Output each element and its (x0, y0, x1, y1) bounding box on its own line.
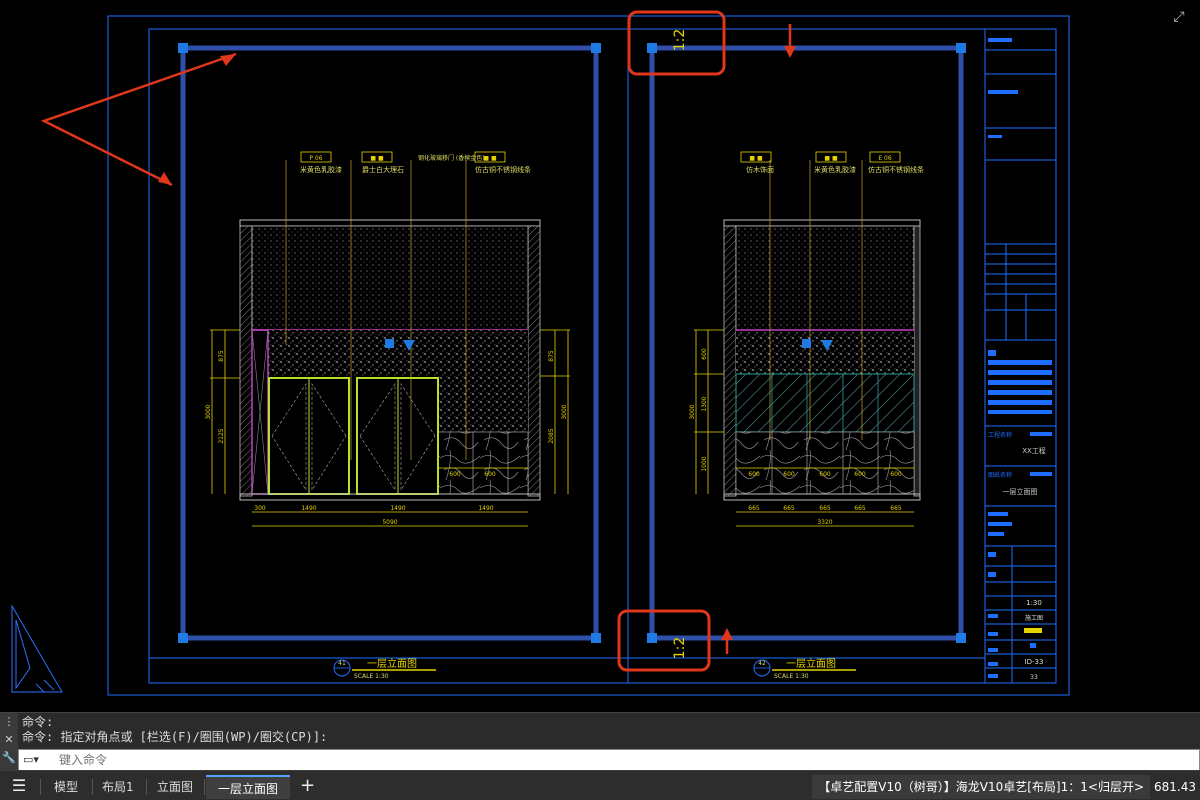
right-dim-small-5: 600 (890, 471, 902, 478)
viewport-maximize-icon[interactable]: ⤢ (1168, 6, 1190, 28)
left-tag-2-code: ■ ■ (370, 155, 384, 162)
command-prompt-icon[interactable]: ▭▾ (23, 753, 39, 766)
wrench-icon[interactable]: 🔧 (0, 749, 18, 767)
right-dim-b2: 665 (783, 505, 795, 512)
layout-tab-bar: ☰ 模型 布局1 立面图 一层立面图 + 【卓艺配置V10（树哥）】海龙V10卓… (0, 770, 1200, 800)
left-dim-total: 5090 (382, 519, 397, 526)
left-tag-3-desc: 钢化玻璃移门 (香槟金色) (418, 154, 485, 162)
right-tag-3-code: E 06 (878, 155, 892, 162)
right-dim-b3: 665 (819, 505, 831, 512)
title-block-drawing-label: 图纸名称 (988, 471, 1012, 479)
right-dim-total: 3320 (817, 519, 832, 526)
right-dim-l3: 1000 (701, 456, 708, 471)
left-elevation: P 06 ■ ■ ■ ■ 米黄色乳胶漆 爵士白大理石 钢化玻璃移门 (香槟金色)… (205, 151, 570, 680)
right-side-dim-1: 875 (548, 350, 555, 362)
command-input[interactable] (59, 751, 1159, 769)
left-dim-b4: 1490 (478, 505, 493, 512)
tab-layout1[interactable]: 布局1 (90, 775, 146, 799)
right-dim-small-3: 600 (819, 471, 831, 478)
title-block-page-no: 33 (1030, 674, 1038, 681)
left-tag-4-desc: 仿古铜不锈钢线条 (475, 165, 531, 174)
right-tag-2-code: ■ ■ (824, 155, 838, 162)
right-tag-2-desc: 米黄色乳胶漆 (814, 165, 856, 174)
left-dim-l2: 2125 (218, 428, 225, 443)
title-block-sheet-no: ID-33 (1025, 658, 1044, 666)
drawing-canvas[interactable]: XX工程 一层立面图 工程名称 图纸名称 1:30 施工图 ID-33 33 P… (0, 0, 1200, 712)
right-dim-small-2: 600 (783, 471, 795, 478)
tab-first-floor-elevation[interactable]: 一层立面图 (206, 775, 291, 799)
left-tag-1-code: P 06 (309, 155, 322, 162)
coordinate-readout: 681.43 (1154, 780, 1196, 794)
right-dim-l1: 600 (701, 348, 708, 360)
viewport-scale-top: 1:2 (672, 29, 688, 52)
left-dim-b3: 1490 (390, 505, 405, 512)
add-layout-tab-button[interactable]: + (300, 775, 315, 799)
command-history-line-2: 命令: 指定对角点或 [栏选(F)/圈围(WP)/圈交(CP)]: (22, 730, 328, 744)
title-block-project-value: XX工程 (1022, 446, 1046, 455)
cad-app: XX工程 一层立面图 工程名称 图纸名称 1:30 施工图 ID-33 33 P… (0, 0, 1200, 800)
title-block: XX工程 一层立面图 工程名称 图纸名称 1:30 施工图 ID-33 33 (985, 29, 1057, 683)
left-tag-1-desc: 米黄色乳胶漆 (300, 165, 342, 174)
right-tag-3-desc: 仿古铜不锈钢线条 (868, 165, 924, 174)
command-side-bar: ⋮ ✕ 🔧 (0, 713, 18, 771)
right-elevation: ■ ■ ■ ■ E 06 仿木饰面 米黄色乳胶漆 仿古铜不锈钢线条 665 66… (689, 151, 924, 680)
right-drawing-title: 一层立面图 (786, 657, 836, 670)
hamburger-menu-icon[interactable]: ☰ (8, 776, 30, 796)
right-drawing-scale: SCALE 1:30 (774, 673, 809, 680)
left-title-number: 41 (338, 660, 346, 667)
right-tag-1-code: ■ ■ (749, 155, 763, 162)
command-input-box[interactable]: ▭▾ (18, 749, 1200, 771)
tab-model[interactable]: 模型 (42, 775, 90, 799)
command-history-line-1: 命令: (22, 715, 54, 729)
title-block-drawing-value: 一层立面图 (1003, 487, 1038, 496)
command-history: 命令: 命令: 指定对角点或 [栏选(F)/圈围(WP)/圈交(CP)]: (22, 715, 327, 745)
left-dim-b1: 300 (254, 505, 266, 512)
left-dim-ltotal: 3000 (205, 404, 212, 419)
right-title-number: 42 (758, 660, 766, 667)
right-dim-ltotal: 3000 (689, 404, 696, 419)
close-icon[interactable]: ✕ (0, 731, 18, 749)
left-dim-b2: 1490 (301, 505, 316, 512)
left-dim-l1: 875 (218, 350, 225, 362)
status-config-text[interactable]: 【卓艺配置V10（树哥）】海龙V10卓艺[布局]1：1<归层开> (812, 775, 1150, 799)
ucs-icon (11, 604, 63, 693)
drag-handle-icon[interactable]: ⋮ (0, 713, 18, 731)
right-side-dim-2: 2085 (548, 428, 555, 443)
title-block-stage: 施工图 (1025, 614, 1043, 622)
left-tag-4-code: ■ ■ (483, 155, 497, 162)
right-dim-b4: 665 (854, 505, 866, 512)
right-dim-small-1: 600 (748, 471, 760, 478)
right-dim-l2: 1300 (701, 396, 708, 411)
right-tag-1-desc: 仿木饰面 (746, 165, 774, 174)
right-dim-b1: 665 (748, 505, 760, 512)
left-tag-2-desc: 爵士白大理石 (362, 165, 404, 174)
command-panel: ⋮ ✕ 🔧 命令: 命令: 指定对角点或 [栏选(F)/圈围(WP)/圈交(CP… (0, 712, 1200, 771)
title-block-project-label: 工程名称 (988, 431, 1012, 439)
viewport-scale-bottom: 1:2 (672, 637, 688, 660)
left-drawing-title: 一层立面图 (367, 657, 417, 670)
right-dim-small-4: 600 (854, 471, 866, 478)
tab-elevation[interactable]: 立面图 (145, 775, 205, 799)
right-side-dim-total: 3000 (561, 404, 568, 419)
left-drawing-scale: SCALE 1:30 (354, 673, 389, 680)
left-dim-small-1: 600 (449, 471, 461, 478)
right-dim-b5: 665 (890, 505, 902, 512)
layout-drawing: XX工程 一层立面图 工程名称 图纸名称 1:30 施工图 ID-33 33 P… (11, 10, 1070, 696)
title-block-scale: 1:30 (1026, 599, 1042, 607)
left-dim-small-2: 600 (484, 471, 496, 478)
